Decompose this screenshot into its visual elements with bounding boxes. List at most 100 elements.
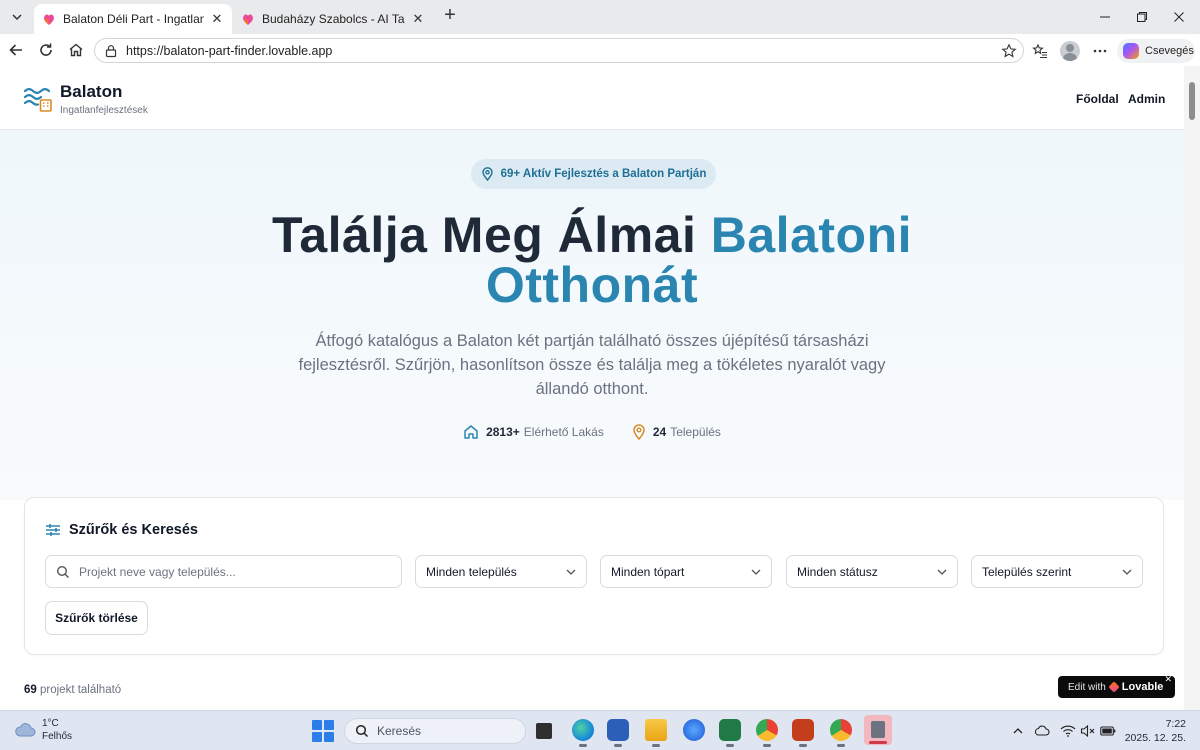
reload-icon [40,43,52,56]
clock-time: 7:22 [1165,718,1186,730]
minimize-icon[interactable] [1096,8,1114,26]
weather-widget[interactable]: 1°C Felhős [14,717,72,743]
lovable-favicon-icon [44,14,54,25]
page-scrollbar[interactable] [1184,66,1200,710]
reload-button[interactable] [36,40,56,60]
tab-title: Balaton Déli Part - Ingatlanfejleszt… [63,12,204,26]
copilot-icon [1123,43,1139,59]
taskbar-search-label: Keresés [377,724,422,738]
nav-link-admin[interactable]: Admin [1128,92,1165,106]
cloud-icon [15,723,36,737]
filter-title: Szűrők és Keresés [45,522,198,538]
chevron-down-icon [566,569,576,575]
copilot-label: Csevegés [1145,45,1194,57]
results-count-value: 69 [24,684,37,696]
lake-shore-select[interactable]: Minden tópart [600,555,772,588]
messenger-icon[interactable] [683,719,705,741]
edge-browser-icon[interactable] [572,719,594,747]
tab-actions-menu-button[interactable] [6,6,28,28]
restore-icon[interactable] [1133,8,1151,26]
stat-label: Elérhető Lakás [523,425,604,439]
close-icon[interactable]: ✕ [411,11,425,27]
search-input[interactable] [79,564,379,579]
clock-date: 2025. 12. 25. [1124,732,1186,744]
sliders-icon [46,524,60,536]
favorites-icon[interactable] [1031,42,1049,60]
chevron-down-icon [1122,569,1132,575]
select-value: Minden tópart [611,564,685,579]
back-button[interactable] [6,40,26,60]
task-view-icon[interactable] [536,723,552,739]
excel-icon[interactable] [719,719,741,747]
chevron-down-icon [751,569,761,575]
chevron-down-icon [937,569,947,575]
stat-label: Település [670,425,721,439]
settlement-select[interactable]: Minden település [415,555,587,588]
home-icon [464,425,478,439]
chrome-icon[interactable] [756,719,778,747]
home-icon [69,43,83,57]
taskbar-search[interactable]: Keresés [344,718,526,744]
lovable-heart-icon [1108,681,1120,693]
search-icon [56,565,69,578]
close-icon[interactable]: ✕ [210,11,224,27]
more-options-icon[interactable] [1091,42,1109,60]
close-window-icon[interactable] [1170,8,1188,26]
site-header: Balaton Ingatlanfejlesztések Főoldal Adm… [0,66,1184,130]
cloud-sync-icon[interactable] [1034,723,1050,739]
search-field[interactable] [45,555,402,588]
hero-title-accent-1: Balatoni [710,207,913,263]
chrome-profile-icon[interactable] [830,719,852,747]
hero-description: Átfogó katalógus a Balaton két partján t… [298,332,886,398]
chevron-up-icon[interactable] [1010,723,1026,739]
brand-subtitle: Ingatlanfejlesztések [60,105,148,116]
lock-icon [105,44,117,57]
url-text: https://balaton-part-finder.lovable.app [126,43,333,58]
tab-balaton[interactable]: Balaton Déli Part - Ingatlanfejleszt… ✕ [34,4,232,34]
acrobat-icon[interactable] [792,719,814,747]
chevron-down-icon [12,14,22,21]
battery-icon[interactable] [1100,723,1116,739]
profile-avatar[interactable] [1060,41,1080,61]
nav-link-home[interactable]: Főoldal [1076,92,1119,106]
tab-budahazy[interactable]: Budaházy Szabolcs - AI Tanácsadó ✕ [233,4,433,34]
waves-building-logo-icon[interactable] [24,85,54,113]
status-select[interactable]: Minden státusz [786,555,958,588]
stat-value: 2813+ [486,425,520,439]
weather-desc: Felhős [42,731,73,742]
star-icon[interactable] [1001,43,1017,59]
calculator-icon[interactable] [864,715,892,745]
hero-title-accent-2: Otthonát [485,257,699,313]
weather-temp: 1°C [42,718,59,729]
taskbar-clock[interactable]: 7:22 2025. 12. 25. [1120,717,1186,745]
volume-muted-icon[interactable] [1080,723,1096,739]
brand-name[interactable]: Balaton [60,82,122,102]
wifi-icon[interactable] [1060,723,1076,739]
hero-title-main: Találja Meg Álmai [271,207,697,263]
windows-start-icon[interactable] [312,720,334,742]
page-viewport: Balaton Ingatlanfejlesztések Főoldal Adm… [0,66,1200,710]
edit-with-lovable-badge[interactable]: Edit with Lovable ✕ [1058,674,1175,698]
select-value: Település szerint [982,564,1072,579]
close-icon[interactable]: ✕ [1164,674,1172,685]
results-count: 69 projekt található [24,684,121,696]
map-pin-icon [633,424,645,440]
hero-section: 69+ Aktív Fejlesztés a Balaton Partján T… [0,130,1184,500]
arrow-left-icon [9,44,22,56]
browser-toolbar: https://balaton-part-finder.lovable.app … [0,34,1200,66]
reset-filters-button[interactable]: Szűrők törlése [45,601,148,635]
copilot-chat-button[interactable]: Csevegés [1117,39,1195,63]
scrollbar-thumb[interactable] [1189,82,1195,120]
badge-text: 69+ Aktív Fejlesztés a Balaton Partján [500,168,707,180]
sort-select[interactable]: Település szerint [971,555,1143,588]
active-developments-badge: 69+ Aktív Fejlesztés a Balaton Partján [471,159,716,189]
stat-settlements: 24 Település [632,424,721,440]
lovable-favicon-icon [243,14,253,25]
new-tab-button[interactable]: + [440,5,460,26]
browser-tab-bar: Balaton Déli Part - Ingatlanfejleszt… ✕ … [0,0,1200,34]
home-button[interactable] [66,40,86,60]
address-bar[interactable]: https://balaton-part-finder.lovable.app [94,38,1024,63]
badge-prefix: Edit with [1068,681,1106,693]
file-explorer-icon[interactable] [645,719,667,747]
word-icon[interactable] [607,719,629,747]
